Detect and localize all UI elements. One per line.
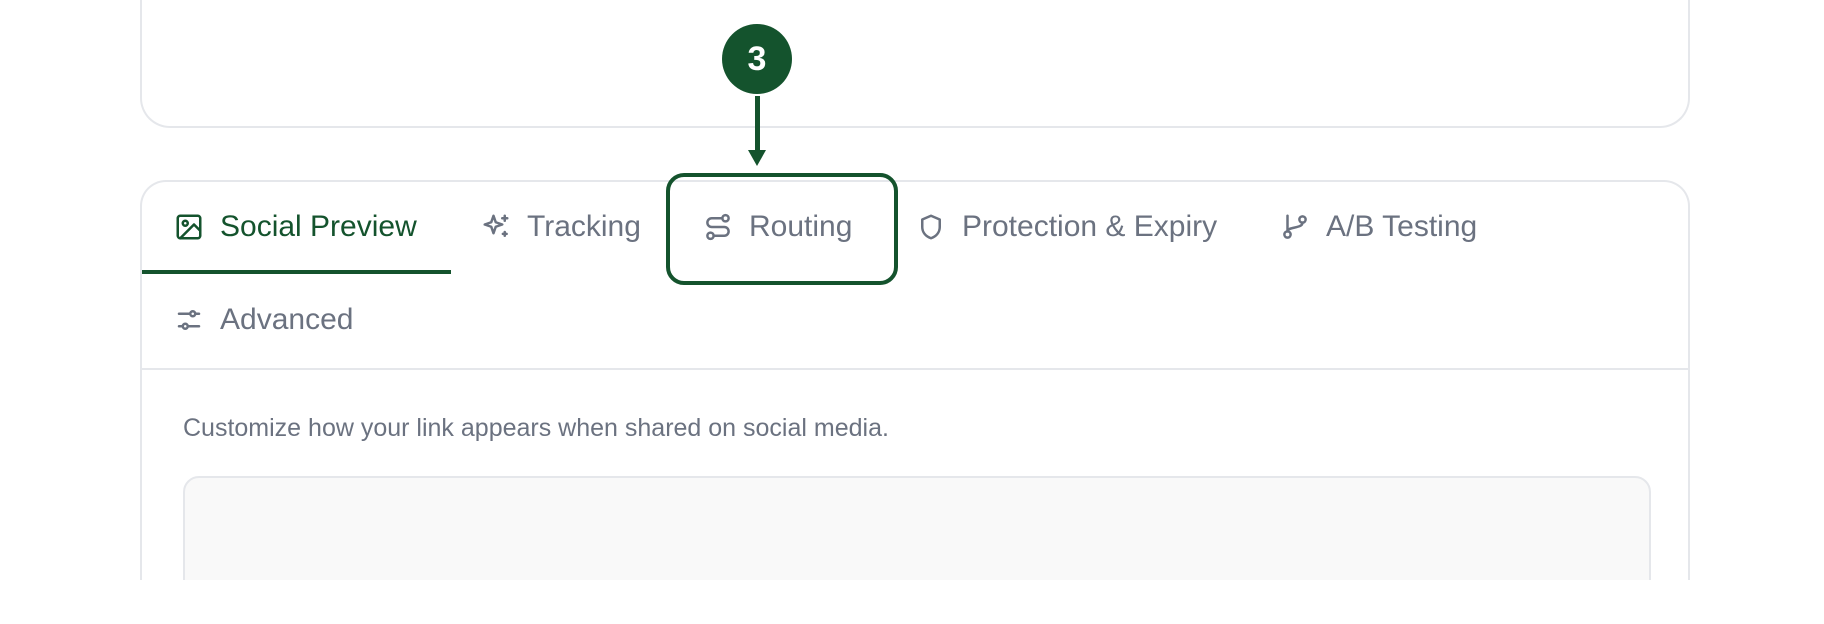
tab-label: Advanced: [220, 303, 354, 336]
tab-label: Tracking: [527, 210, 641, 243]
git-branch-icon: [1280, 212, 1310, 242]
shield-icon: [916, 212, 946, 242]
active-tab-indicator: [142, 270, 451, 274]
tab-ab-testing[interactable]: A/B Testing: [1280, 182, 1477, 272]
step-badge: 3: [722, 24, 792, 94]
tab-label: Protection & Expiry: [962, 210, 1218, 243]
previous-section-card: [140, 0, 1690, 128]
sliders-icon: [174, 305, 204, 335]
tabs-divider: [142, 368, 1688, 370]
sparkles-icon: [481, 212, 511, 242]
tab-protection-expiry[interactable]: Protection & Expiry: [916, 182, 1217, 272]
tab-label: Social Preview: [220, 210, 417, 243]
tab-label: A/B Testing: [1326, 210, 1478, 243]
link-options-card: Social Preview Tracking Routing Protecti…: [140, 180, 1690, 580]
arrow-down-icon: [748, 150, 766, 166]
panel-description: Customize how your link appears when sha…: [183, 414, 889, 442]
arrow-line: [755, 96, 760, 152]
tab-social-preview[interactable]: Social Preview: [174, 182, 417, 272]
tab-advanced[interactable]: Advanced: [174, 275, 353, 365]
image-icon: [174, 212, 204, 242]
page: Social Preview Tracking Routing Protecti…: [0, 0, 1824, 624]
routing-tab-highlight: [666, 173, 898, 285]
social-preview-box: [183, 476, 1651, 580]
tab-tracking[interactable]: Tracking: [481, 182, 641, 272]
